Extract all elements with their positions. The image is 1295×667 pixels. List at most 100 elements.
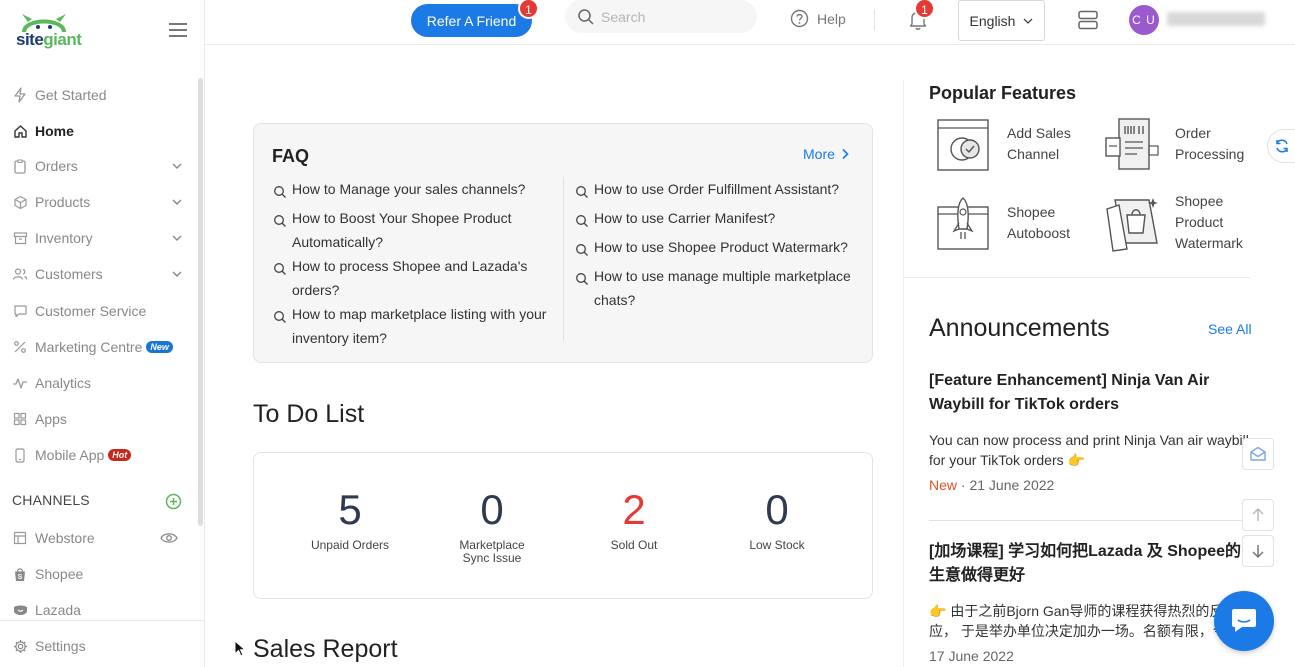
sidebar-scrollbar[interactable] <box>198 78 203 526</box>
chevron-down-icon[interactable] <box>172 267 182 281</box>
faq-question-text: How to Manage your sales channels? <box>292 181 526 197</box>
chevron-down-icon <box>1023 18 1033 24</box>
sidebar-item-label: Inventory <box>35 230 93 246</box>
mail-button[interactable] <box>1242 438 1274 470</box>
announcement-meta: 17 June 2022 <box>929 648 1249 664</box>
notification-badge: 1 <box>914 0 935 19</box>
todo-sold-out[interactable]: 2 Sold Out <box>569 485 699 552</box>
todo-label: Low Stock <box>749 538 805 552</box>
faq-question-text: How to use manage multiple marketplace c… <box>594 268 851 308</box>
faq-question-text: How to process Shopee and Lazada's order… <box>292 258 528 298</box>
channels-heading: CHANNELS <box>12 492 90 508</box>
announcement-title[interactable]: [加场课程] 学习如何把Lazada 及 Shopee的生意做得更好 <box>929 540 1249 588</box>
language-label: English <box>969 12 1016 29</box>
sidebar-item-mobile-app[interactable]: Mobile App Hot <box>0 440 198 470</box>
gear-icon <box>12 638 28 654</box>
add-channel-icon[interactable] <box>165 493 182 510</box>
server-icon[interactable] <box>1077 9 1099 31</box>
feature-add-sales-channel[interactable]: Add Sales Channel <box>935 116 1085 176</box>
sidebar-item-webstore[interactable]: Webstore <box>0 523 198 553</box>
scroll-up-button[interactable] <box>1242 499 1274 531</box>
avatar[interactable]: C U <box>1129 5 1159 35</box>
todo-label: Sold Out <box>610 538 658 552</box>
feature-shopee-autoboost[interactable]: Shopee Autoboost <box>935 195 1085 255</box>
todo-unpaid-orders[interactable]: 5 Unpaid Orders <box>285 485 415 552</box>
chat-bubble-icon <box>1232 609 1256 632</box>
new-badge: New <box>146 341 173 353</box>
todo-count: 0 <box>765 486 789 533</box>
sidebar-item-label: Settings <box>35 638 86 654</box>
todo-label: Marketplace Sync Issue <box>459 538 525 565</box>
chat-icon <box>12 303 28 319</box>
users-icon <box>12 266 28 282</box>
faq-question[interactable]: How to use Shopee Product Watermark? <box>575 235 865 264</box>
todo-low-stock[interactable]: 0 Low Stock <box>712 485 842 552</box>
help-label: Help <box>817 10 846 27</box>
search-box[interactable] <box>565 0 757 33</box>
sidebar-item-label: Products <box>35 194 91 210</box>
search-icon <box>273 177 292 206</box>
sidebar-item-get-started[interactable]: Get Started <box>0 80 198 110</box>
menu-toggle-icon[interactable] <box>169 23 187 37</box>
sidebar-item-inventory[interactable]: Inventory <box>0 223 198 253</box>
sidebar-item-orders[interactable]: Orders <box>0 151 198 181</box>
language-select[interactable]: English <box>958 0 1045 41</box>
username-blurred[interactable] <box>1167 12 1265 26</box>
announcements-title: Announcements <box>929 314 1110 342</box>
faq-question[interactable]: How to use manage multiple marketplace c… <box>575 264 865 312</box>
faq-column-left: How to Manage your sales channels? How t… <box>273 177 558 350</box>
search-icon <box>575 264 594 312</box>
announcement-body-line: 应， 于是举办单位决定加办一场。名额有限，今 <box>929 623 1227 639</box>
todo-count: 5 <box>338 486 362 533</box>
search-icon <box>273 206 292 254</box>
refer-a-friend-button[interactable]: Refer A Friend <box>411 4 532 37</box>
faq-question[interactable]: How to use Carrier Manifest? <box>575 206 865 235</box>
announcement-meta: New · 21 June 2022 <box>929 477 1249 493</box>
faq-more-link[interactable]: More <box>803 146 849 162</box>
refresh-button[interactable] <box>1267 129 1295 163</box>
faq-question[interactable]: How to Manage your sales channels? <box>273 177 558 206</box>
sidebar-item-label: Home <box>35 123 74 139</box>
sidebar-item-marketing-centre[interactable]: Marketing Centre New <box>0 332 198 362</box>
sidebar-item-apps[interactable]: Apps <box>0 404 198 434</box>
sidebar-item-shopee[interactable]: S Shopee <box>0 559 198 589</box>
chevron-down-icon[interactable] <box>172 231 182 245</box>
faq-question-text: How to use Order Fulfillment Assistant? <box>594 181 840 197</box>
search-input[interactable] <box>601 8 751 25</box>
lazada-icon <box>12 602 28 618</box>
todo-count: 2 <box>622 486 646 533</box>
arrow-up-icon <box>1252 507 1264 521</box>
webstore-icon <box>12 530 28 546</box>
help-icon <box>790 9 809 28</box>
feature-label: Add Sales Channel <box>1007 125 1071 162</box>
faq-question[interactable]: How to process Shopee and Lazada's order… <box>273 254 558 302</box>
scroll-down-button[interactable] <box>1242 535 1274 567</box>
faq-question[interactable]: How to use Order Fulfillment Assistant? <box>575 177 865 206</box>
clipboard-icon <box>12 158 28 174</box>
live-chat-button[interactable] <box>1214 591 1274 651</box>
sidebar-item-home[interactable]: Home <box>0 116 198 146</box>
announcement-title[interactable]: [Feature Enhancement] Ninja Van Air Wayb… <box>929 369 1249 417</box>
sidebar-item-customer-service[interactable]: Customer Service <box>0 296 198 326</box>
feature-shopee-product-watermark[interactable]: Shopee Product Watermark <box>1103 193 1253 258</box>
feature-order-processing[interactable]: Order Processing <box>1103 116 1253 176</box>
faq-question-text: How to map marketplace listing with your… <box>292 306 547 346</box>
bolt-icon <box>12 87 28 103</box>
sitegiant-logo[interactable]: sitegiant <box>16 12 104 54</box>
chevron-down-icon[interactable] <box>172 159 182 173</box>
eye-icon[interactable] <box>160 531 178 545</box>
search-icon <box>578 8 594 25</box>
sidebar-item-products[interactable]: Products <box>0 187 198 217</box>
todo-marketplace-sync-issue[interactable]: 0 Marketplace Sync Issue <box>427 485 557 565</box>
sidebar-item-analytics[interactable]: Analytics <box>0 368 198 398</box>
help-link[interactable]: Help <box>790 9 846 28</box>
chevron-down-icon[interactable] <box>172 195 182 209</box>
feature-label: Shopee Product Watermark <box>1175 193 1243 251</box>
faq-question[interactable]: How to map marketplace listing with your… <box>273 302 558 350</box>
announcements-see-all-link[interactable]: See All <box>1208 321 1252 337</box>
sidebar-item-customers[interactable]: Customers <box>0 259 198 289</box>
faq-question[interactable]: How to Boost Your Shopee Product Automat… <box>273 206 558 254</box>
todo-count: 0 <box>480 486 504 533</box>
sidebar-item-label: Customer Service <box>35 303 147 319</box>
sidebar-item-settings[interactable]: Settings <box>0 631 198 661</box>
